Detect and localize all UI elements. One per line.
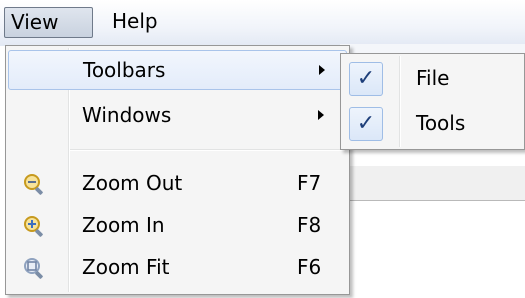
menu-item-label: Zoom Out (82, 171, 183, 195)
zoom-in-icon (24, 216, 43, 237)
submenu-item-label: Tools (416, 111, 466, 135)
menu-item-label: Toolbars (83, 58, 166, 82)
menu-item-windows[interactable]: Windows (8, 96, 347, 136)
menu-item-label: Zoom Fit (82, 255, 170, 279)
menu-item-zoom-out[interactable]: Zoom Out F7 (8, 164, 347, 204)
checkmark-icon: ✓ (349, 107, 383, 141)
submenu-arrow-icon (318, 110, 324, 120)
menu-bar: View Help (0, 0, 525, 46)
menu-view[interactable]: View (4, 7, 93, 38)
submenu-arrow-icon (319, 65, 325, 75)
menu-item-zoom-in[interactable]: Zoom In F8 (8, 206, 347, 246)
shortcut-label: F8 (297, 213, 322, 237)
menu-item-zoom-fit[interactable]: Zoom Fit F6 (8, 248, 347, 288)
submenu-item-tools[interactable]: ✓ Tools (344, 104, 524, 144)
menu-item-label: Zoom In (82, 213, 165, 237)
zoom-fit-icon (24, 258, 43, 279)
view-dropdown-menu: Toolbars Windows Zoom Out F7 Zoom In F8 (5, 45, 350, 295)
submenu-item-label: File (416, 66, 450, 90)
menu-separator (70, 149, 345, 151)
shortcut-label: F7 (297, 171, 322, 195)
menu-help[interactable]: Help (106, 7, 176, 38)
checkmark-icon: ✓ (349, 62, 383, 96)
zoom-out-icon (24, 174, 43, 195)
submenu-item-file[interactable]: ✓ File (344, 59, 524, 99)
shortcut-label: F6 (297, 255, 322, 279)
menu-item-label: Windows (82, 103, 172, 127)
background-toolbar-strip (340, 166, 525, 201)
toolbars-submenu: ✓ File ✓ Tools (340, 53, 525, 150)
menu-item-toolbars[interactable]: Toolbars (8, 50, 347, 90)
